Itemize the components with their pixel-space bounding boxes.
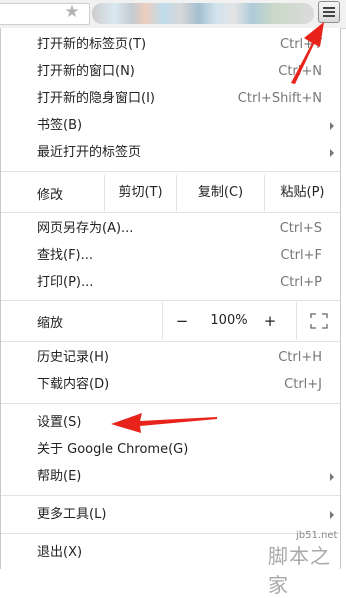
menu-item-label: 打开新的隐身窗口(I) bbox=[37, 91, 155, 106]
extensions-area[interactable] bbox=[92, 3, 314, 24]
menu-item-find[interactable]: 查找(F)... Ctrl+F bbox=[1, 243, 340, 269]
shortcut-label: Ctrl+F bbox=[280, 248, 322, 263]
submenu-arrow-icon bbox=[330, 122, 334, 130]
menu-item-bookmarks[interactable]: 书签(B) bbox=[1, 113, 340, 139]
menu-item-label: 更多工具(L) bbox=[37, 507, 107, 522]
menu-item-label: 打开新的标签页(T) bbox=[37, 37, 147, 52]
menu-item-label: 最近打开的标签页 bbox=[37, 145, 142, 160]
menu-separator bbox=[1, 212, 340, 213]
menu-item-more-tools[interactable]: 更多工具(L) bbox=[1, 502, 340, 528]
paste-button[interactable]: 粘贴(P) bbox=[264, 175, 340, 211]
zoom-level: 100% bbox=[210, 313, 248, 328]
shortcut-label: Ctrl+P bbox=[280, 275, 322, 290]
menu-separator bbox=[1, 533, 340, 534]
zoom-row: 缩放 − 100% + bbox=[1, 302, 340, 340]
menu-item-label: 网页另存为(A)... bbox=[37, 221, 134, 236]
menu-separator bbox=[1, 341, 340, 342]
shortcut-label: Ctrl+S bbox=[279, 221, 322, 236]
menu-item-label: 打印(P)... bbox=[37, 275, 94, 290]
menu-item-new-tab[interactable]: 打开新的标签页(T) Ctrl+T bbox=[1, 32, 340, 58]
zoom-in-button[interactable]: + bbox=[259, 302, 281, 340]
edit-label: 修改 bbox=[37, 188, 64, 203]
menu-separator bbox=[1, 171, 340, 172]
fullscreen-icon bbox=[309, 312, 328, 329]
menu-item-label: 书签(B) bbox=[37, 118, 83, 133]
fullscreen-button[interactable] bbox=[297, 302, 340, 340]
shortcut-label: Ctrl+H bbox=[278, 350, 322, 365]
zoom-out-button[interactable]: − bbox=[169, 302, 195, 340]
menu-item-help[interactable]: 帮助(E) bbox=[1, 464, 340, 490]
submenu-arrow-icon bbox=[330, 473, 334, 481]
zoom-divider bbox=[162, 302, 163, 340]
menu-item-save-page[interactable]: 网页另存为(A)... Ctrl+S bbox=[1, 216, 340, 242]
menu-item-label: 历史记录(H) bbox=[37, 350, 109, 365]
menu-item-label: 关于 Google Chrome(G) bbox=[37, 442, 189, 457]
zoom-label: 缩放 bbox=[37, 316, 64, 331]
menu-item-label: 帮助(E) bbox=[37, 469, 82, 484]
menu-item-history[interactable]: 历史记录(H) Ctrl+H bbox=[1, 345, 340, 371]
watermark-brand: 脚本之家 bbox=[268, 544, 331, 597]
menu-item-downloads[interactable]: 下载内容(D) Ctrl+J bbox=[1, 372, 340, 398]
menu-item-label: 打开新的窗口(N) bbox=[37, 64, 135, 79]
menu-item-settings[interactable]: 设置(S) bbox=[1, 410, 340, 436]
star-icon[interactable]: ★ bbox=[62, 2, 82, 22]
menu-item-about[interactable]: 关于 Google Chrome(G) bbox=[1, 437, 340, 463]
menu-separator bbox=[1, 495, 340, 496]
shortcut-label: Ctrl+J bbox=[284, 377, 322, 392]
copy-button[interactable]: 复制(C) bbox=[176, 175, 264, 211]
menu-item-print[interactable]: 打印(P)... Ctrl+P bbox=[1, 270, 340, 296]
menu-item-new-incognito[interactable]: 打开新的隐身窗口(I) Ctrl+Shift+N bbox=[1, 86, 340, 112]
menu-item-label: 下载内容(D) bbox=[37, 377, 110, 392]
menu-item-label: 设置(S) bbox=[37, 415, 82, 430]
shortcut-label: Ctrl+N bbox=[278, 64, 322, 79]
chrome-main-menu: 打开新的标签页(T) Ctrl+T 打开新的窗口(N) Ctrl+N 打开新的隐… bbox=[0, 28, 341, 569]
menu-separator bbox=[1, 300, 340, 301]
menu-item-label: 查找(F)... bbox=[37, 248, 94, 263]
shortcut-label: Ctrl+T bbox=[280, 37, 322, 52]
submenu-arrow-icon bbox=[330, 511, 334, 519]
edit-row: 修改 剪切(T) 复制(C) 粘贴(P) bbox=[1, 175, 340, 211]
browser-toolbar: ★ bbox=[0, 0, 346, 29]
cut-button[interactable]: 剪切(T) bbox=[104, 175, 176, 211]
submenu-arrow-icon bbox=[330, 149, 334, 157]
shortcut-label: Ctrl+Shift+N bbox=[237, 91, 322, 106]
menu-item-recent-tabs[interactable]: 最近打开的标签页 bbox=[1, 140, 340, 166]
menu-item-label: 退出(X) bbox=[37, 545, 83, 560]
chrome-menu-button[interactable] bbox=[318, 1, 340, 23]
menu-item-new-window[interactable]: 打开新的窗口(N) Ctrl+N bbox=[1, 59, 340, 85]
menu-separator bbox=[1, 403, 340, 404]
hamburger-menu-icon bbox=[323, 7, 335, 17]
